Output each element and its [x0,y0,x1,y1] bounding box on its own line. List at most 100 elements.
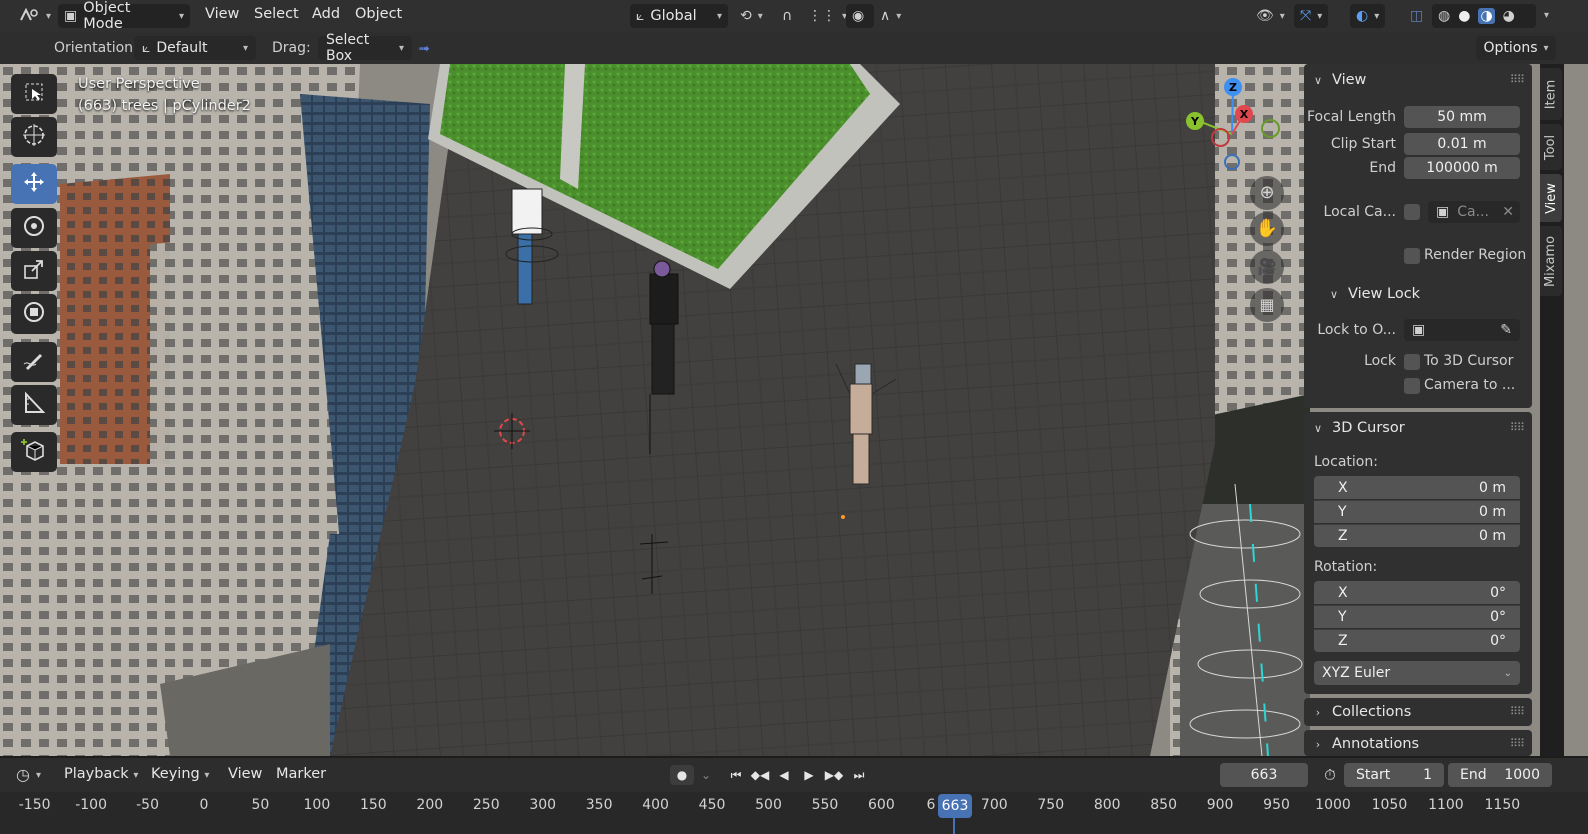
navigation-gizmo[interactable]: Z Y X [1180,76,1290,186]
mode-selector[interactable]: ▣ Object Mode ▾ [58,0,190,32]
zoom-button[interactable]: ⊕ [1250,176,1284,210]
overlay-toggle[interactable]: ◐ ▾ [1350,4,1386,28]
tab-mixamo[interactable]: Mixamo [1540,226,1562,296]
pan-button[interactable]: ✋ [1250,212,1284,246]
location-z-field[interactable]: Z 0 m [1314,524,1520,547]
menu-keying[interactable]: Keying ▾ [151,766,209,782]
next-keyframe-button[interactable]: ▶◆ [822,765,846,785]
xray-toggle[interactable]: ◫ [1404,4,1429,28]
camera-to-view-checkbox[interactable] [1404,378,1420,394]
measure-tool[interactable] [11,385,57,425]
menu-view[interactable]: View [205,6,239,22]
local-camera-field[interactable]: ▣ Ca... ✕ [1428,201,1520,223]
move-tool[interactable] [11,164,57,204]
gizmo-neg-y[interactable] [1261,119,1280,138]
menu-timeline-view[interactable]: View [228,766,262,782]
render-region-checkbox[interactable] [1404,248,1420,264]
view-lock-header[interactable]: ∨ View Lock [1320,278,1532,310]
wireframe-shading-icon[interactable]: ◍ [1438,9,1450,23]
menu-select[interactable]: Select [254,6,299,22]
ruler-tick-label: 300 [529,797,557,813]
drag-grip-icon[interactable]: ⠿⠿ [1510,421,1525,434]
start-frame-field[interactable]: Start 1 [1344,763,1444,787]
camera-view-button[interactable]: 🎥 [1250,250,1284,284]
local-camera-checkbox[interactable] [1404,204,1420,220]
gizmo-y-axis[interactable]: Y [1186,112,1204,130]
playhead[interactable]: 663 [938,794,972,818]
view-panel-header[interactable]: ∨ View ⠿⠿ [1304,64,1532,96]
annotations-header[interactable]: › Annotations ⠿⠿ [1304,728,1532,760]
gizmo-z-axis[interactable]: Z [1224,78,1242,96]
lock-to-object-field[interactable]: ▣ ✎ [1404,319,1520,341]
cursor-tool[interactable] [11,117,57,157]
gizmo-neg-z[interactable] [1224,154,1240,170]
falloff-button[interactable]: ∧ ▾ [874,4,907,28]
orientation-icon: ⟀ [142,40,151,56]
menu-marker[interactable]: Marker [276,766,326,782]
select-mode-icon[interactable]: ➟ [418,42,430,56]
location-y-field[interactable]: Y 0 m [1314,500,1520,523]
tab-view[interactable]: View [1540,174,1562,222]
options-dropdown[interactable]: Options ▾ [1476,36,1556,60]
use-preview-range-button[interactable]: ⏱ [1318,765,1342,785]
rotation-y-field[interactable]: Y 0° [1314,605,1520,628]
solid-shading-icon[interactable]: ● [1458,9,1470,23]
snap-toggle[interactable]: ∩ [776,4,798,28]
clear-icon[interactable]: ✕ [1502,204,1514,220]
tab-item[interactable]: Item [1540,68,1562,120]
menu-playback[interactable]: Playback ▾ [64,766,138,782]
keying-set-chevron-icon[interactable]: ⌄ [694,765,718,785]
jump-end-button[interactable]: ⏭ [847,765,871,785]
end-frame-field[interactable]: End 1000 [1448,763,1552,787]
gizmo-neg-x[interactable] [1211,128,1230,147]
clip-start-field[interactable]: 0.01 m [1404,133,1520,155]
transform-tool[interactable] [11,294,57,334]
ruler-tick-label: 150 [359,797,387,813]
select-box-tool[interactable] [11,74,57,114]
eyedropper-icon[interactable]: ✎ [1500,323,1512,337]
gizmo-toggle[interactable]: ⤧ ▾ [1294,4,1329,28]
transform-orientation-selector[interactable]: ⟀ Global ▾ [630,4,728,28]
timeline-editor-type-button[interactable]: ◷ ▾ [10,763,47,787]
tab-tool[interactable]: Tool [1540,124,1562,170]
rotation-z-field[interactable]: Z 0° [1314,629,1520,652]
gizmo-x-axis[interactable]: X [1235,105,1253,123]
focal-length-field[interactable]: 50 mm [1404,106,1520,128]
play-button[interactable]: ▶ [797,765,821,785]
rendered-shading-icon[interactable]: ◕ [1503,9,1515,23]
perspective-toggle-button[interactable]: ▦ [1250,288,1284,322]
3d-cursor-title: 3D Cursor [1332,420,1405,436]
prev-keyframe-button[interactable]: ◆◀ [748,765,772,785]
clip-end-field[interactable]: 100000 m [1404,157,1520,179]
editor-type-button[interactable]: ▾ [12,4,57,28]
3d-cursor-header[interactable]: ∨ 3D Cursor ⠿⠿ [1304,412,1532,444]
drag-grip-icon[interactable]: ⠿⠿ [1510,73,1525,86]
drag-grip-icon[interactable]: ⠿⠿ [1510,705,1525,718]
drag-dropdown[interactable]: Select Box ▾ [318,32,412,64]
lock-to-cursor-checkbox[interactable] [1404,354,1420,370]
pivot-point-button[interactable]: ⟲ ▾ [734,4,769,28]
shading-options-chevron-icon[interactable]: ▾ [1544,10,1549,21]
visibility-button[interactable]: 👁 ▾ [1250,4,1291,28]
proportional-edit-toggle[interactable]: ◉ [846,4,874,28]
rotate-tool[interactable] [11,208,57,248]
jump-start-button[interactable]: ⏮ [724,765,748,785]
collections-panel[interactable]: › Collections ⠿⠿ [1304,698,1532,726]
add-cube-tool[interactable] [11,432,57,472]
material-preview-icon[interactable]: ◑ [1478,8,1495,24]
rotation-x-field[interactable]: X 0° [1314,581,1520,604]
menu-add[interactable]: Add [312,6,340,22]
auto-keying-button[interactable]: ● [670,765,694,785]
current-frame-field[interactable]: 663 [1220,763,1308,787]
rotation-mode-dropdown[interactable]: XYZ Euler ⌄ [1314,661,1520,685]
orientation-dropdown[interactable]: ⟀ Default ▾ [134,36,256,60]
menu-object[interactable]: Object [355,6,402,22]
annotate-tool[interactable] [11,342,57,382]
timeline-ruler[interactable]: -150 -100 -50 0 50 100 150 200 250 300 350 400 450 50… [0,792,1588,834]
scale-tool[interactable] [11,251,57,291]
location-x-field[interactable]: X 0 m [1314,476,1520,499]
drag-grip-icon[interactable]: ⠿⠿ [1510,737,1525,750]
play-reverse-button[interactable]: ◀ [772,765,796,785]
annotations-panel[interactable]: › Annotations ⠿⠿ [1304,730,1532,756]
collections-header[interactable]: › Collections ⠿⠿ [1304,696,1532,728]
